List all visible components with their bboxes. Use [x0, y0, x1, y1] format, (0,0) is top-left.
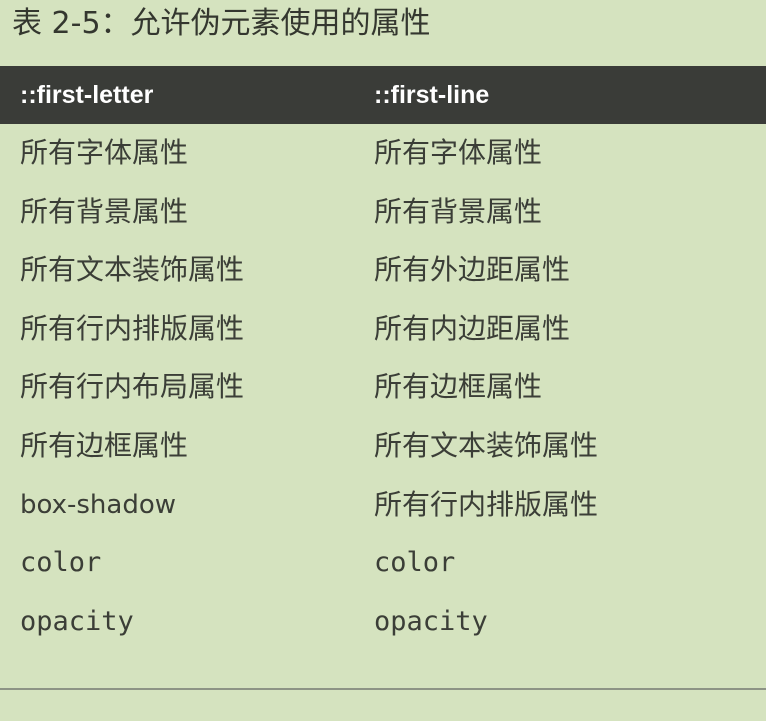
cell-first-letter: box-shadow — [20, 489, 177, 520]
table-caption: 表 2-5：允许伪元素使用的属性 — [12, 6, 431, 41]
table-row: 所有行内排版属性 所有内边距属性 — [0, 300, 766, 359]
cell-first-line: opacity — [374, 605, 488, 637]
header-first-letter: ::first-letter — [20, 80, 154, 109]
cell-first-letter: 所有文本装饰属性 — [20, 253, 245, 287]
table-bottom-rule — [0, 688, 766, 690]
cell-first-line: color — [374, 547, 456, 579]
table-header-row: ::first-letter ::first-line — [0, 66, 766, 124]
cell-first-line: 所有边框属性 — [374, 370, 543, 404]
table-row: 所有字体属性 所有字体属性 — [0, 124, 766, 183]
table-row: opacity opacity — [0, 593, 766, 652]
cell-first-line: 所有背景属性 — [374, 194, 543, 228]
table-row: color color — [0, 534, 766, 593]
cell-first-line: 所有外边距属性 — [374, 253, 571, 287]
table-row: box-shadow 所有行内排版属性 — [0, 476, 766, 535]
table-row: 所有行内布局属性 所有边框属性 — [0, 358, 766, 417]
pseudo-element-properties-table: ::first-letter ::first-line 所有字体属性 所有字体属… — [0, 66, 766, 651]
table-row: 所有文本装饰属性 所有外边距属性 — [0, 241, 766, 300]
cell-first-letter: 所有字体属性 — [20, 136, 189, 169]
cell-first-letter: opacity — [20, 605, 134, 637]
cell-first-letter: color — [20, 547, 102, 579]
cell-first-line: 所有内边距属性 — [374, 311, 571, 345]
table-row: 所有背景属性 所有背景属性 — [0, 183, 766, 242]
cell-first-letter: 所有背景属性 — [20, 194, 189, 228]
cell-first-line: 所有字体属性 — [374, 136, 543, 169]
cell-first-letter: 所有边框属性 — [20, 428, 189, 462]
header-first-line: ::first-line — [374, 80, 490, 109]
cell-first-letter: 所有行内排版属性 — [20, 311, 245, 345]
cell-first-line: 所有文本装饰属性 — [374, 428, 599, 462]
cell-first-line: 所有行内排版属性 — [374, 487, 599, 521]
table-row: 所有边框属性 所有文本装饰属性 — [0, 417, 766, 476]
cell-first-letter: 所有行内布局属性 — [20, 370, 245, 404]
